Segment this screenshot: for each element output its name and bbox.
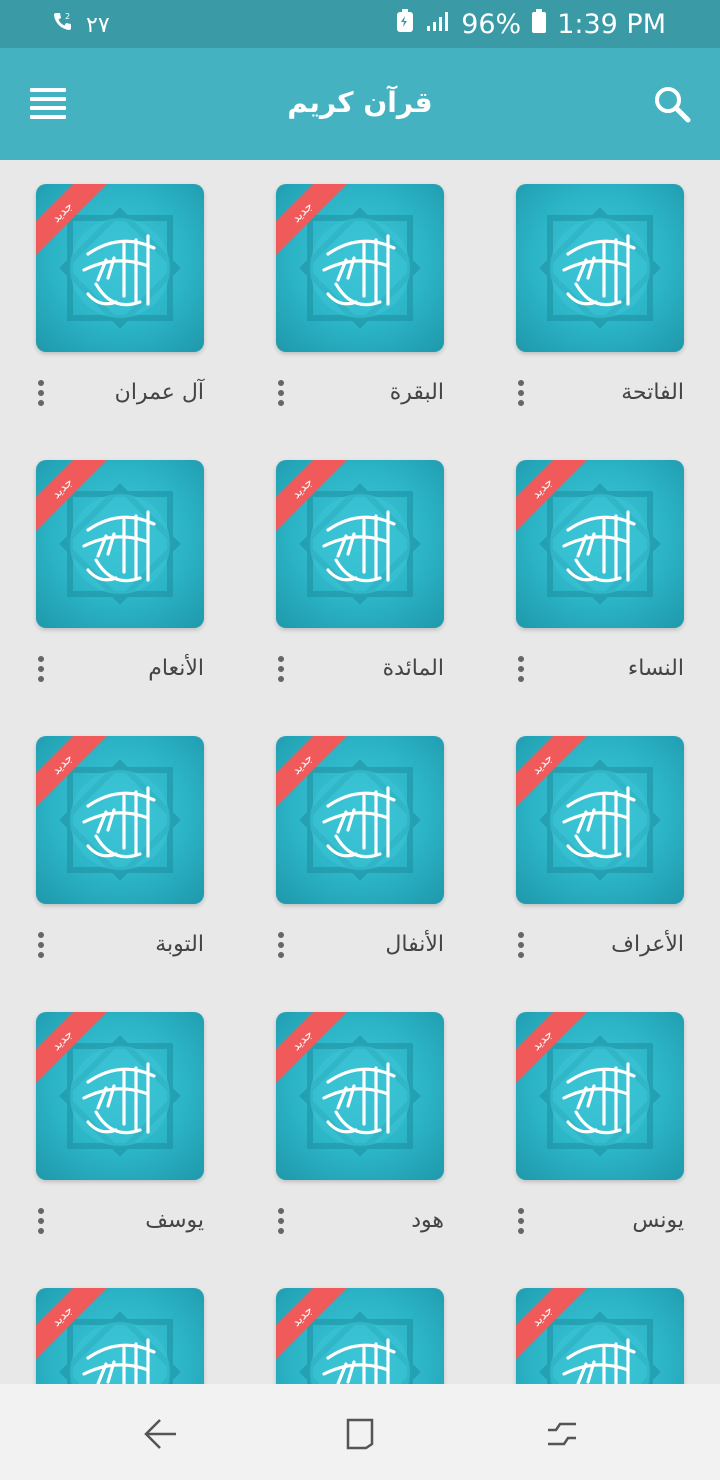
surah-tile: جديد هود — [276, 1012, 444, 1252]
surah-thumbnail[interactable]: جديد — [36, 1012, 204, 1180]
surah-name: الأنعام — [148, 656, 204, 681]
surah-name: الأعراف — [611, 932, 684, 957]
home-button[interactable] — [340, 1414, 380, 1454]
surah-tile: جديد التوبة — [36, 736, 204, 976]
surah-thumbnail[interactable]: جديد — [276, 1012, 444, 1180]
surah-thumbnail[interactable]: جديد — [516, 1288, 684, 1384]
search-button[interactable] — [652, 84, 692, 124]
surah-tile: جديد الأنفال — [276, 736, 444, 976]
surah-tile: جديد — [516, 1288, 684, 1384]
quran-calligraphy-icon — [539, 207, 661, 329]
surah-thumbnail[interactable]: جديد — [276, 1288, 444, 1384]
surah-name: آل عمران — [114, 380, 204, 405]
surah-thumbnail[interactable]: جديد — [276, 736, 444, 904]
surah-tile: جديد يوسف — [36, 1012, 204, 1252]
more-options-button[interactable] — [36, 932, 46, 962]
status-left: 2 ٢٧ — [50, 10, 110, 40]
surah-thumbnail[interactable]: جديد — [36, 184, 204, 352]
more-vert-icon — [276, 1208, 286, 1234]
surah-tile: جديد يونس — [516, 1012, 684, 1252]
surah-name: الفاتحة — [621, 380, 684, 405]
surah-tile: جديد الأنعام — [36, 460, 204, 700]
more-vert-icon — [36, 380, 46, 406]
navigation-bar — [0, 1384, 720, 1480]
search-icon — [655, 87, 691, 123]
more-vert-icon — [516, 656, 526, 682]
more-vert-icon — [516, 380, 526, 406]
recents-button[interactable] — [542, 1414, 582, 1454]
more-options-button[interactable] — [276, 380, 286, 410]
surah-name: الأنفال — [385, 932, 444, 957]
status-right: 96% 1:39 PM — [395, 8, 666, 41]
surah-thumbnail[interactable]: جديد — [516, 1012, 684, 1180]
surah-thumbnail[interactable]: جديد — [36, 460, 204, 628]
surah-name: يونس — [632, 1208, 684, 1233]
battery-percent: 96% — [461, 9, 522, 40]
surah-name: التوبة — [155, 932, 204, 957]
surah-name: النساء — [627, 656, 684, 681]
surah-name: المائدة — [382, 656, 444, 681]
surah-thumbnail[interactable]: جديد — [36, 1288, 204, 1384]
more-options-button[interactable] — [36, 656, 46, 686]
surah-thumbnail[interactable] — [516, 184, 684, 352]
app-bar: قرآن كريم — [0, 48, 720, 160]
more-vert-icon — [36, 932, 46, 958]
battery-saver-icon — [395, 8, 415, 41]
surah-name: يوسف — [145, 1208, 204, 1233]
call-number: ٢٧ — [86, 12, 110, 38]
more-options-button[interactable] — [36, 1208, 46, 1238]
surah-thumbnail[interactable]: جديد — [276, 184, 444, 352]
more-vert-icon — [276, 656, 286, 682]
more-vert-icon — [276, 932, 286, 958]
surah-name: هود — [411, 1208, 444, 1233]
more-vert-icon — [36, 1208, 46, 1234]
surah-tile: الفاتحة — [516, 184, 684, 424]
more-options-button[interactable] — [276, 932, 286, 962]
battery-icon — [531, 8, 547, 41]
surah-tile: جديد — [36, 1288, 204, 1384]
surah-tile: جديد المائدة — [276, 460, 444, 700]
surah-thumbnail[interactable]: جديد — [276, 460, 444, 628]
surah-thumbnail[interactable]: جديد — [516, 460, 684, 628]
surah-thumbnail[interactable]: جديد — [36, 736, 204, 904]
surah-tile: جديد الأعراف — [516, 736, 684, 976]
surah-thumbnail[interactable]: جديد — [516, 736, 684, 904]
more-options-button[interactable] — [276, 656, 286, 686]
recents-icon — [548, 1422, 576, 1446]
more-vert-icon — [516, 932, 526, 958]
more-options-button[interactable] — [516, 1208, 526, 1238]
clock: 1:39 PM — [557, 9, 666, 40]
back-icon — [144, 1419, 176, 1449]
more-vert-icon — [276, 380, 286, 406]
surah-name: البقرة — [389, 380, 444, 405]
surah-tile: جديد آل عمران — [36, 184, 204, 424]
more-options-button[interactable] — [276, 1208, 286, 1238]
more-options-button[interactable] — [36, 380, 46, 410]
more-vert-icon — [36, 656, 46, 682]
surah-tile: جديد — [276, 1288, 444, 1384]
back-button[interactable] — [140, 1414, 180, 1454]
surah-grid: الفاتحة جديد البقرة جديد آل عمران جديد النساء ج… — [0, 160, 720, 1384]
signal-icon — [425, 9, 451, 40]
more-options-button[interactable] — [516, 656, 526, 686]
more-options-button[interactable] — [516, 932, 526, 962]
surah-tile: جديد النساء — [516, 460, 684, 700]
surah-tile: جديد البقرة — [276, 184, 444, 424]
call-forward-icon: 2 — [50, 10, 74, 40]
more-vert-icon — [516, 1208, 526, 1234]
home-icon — [346, 1418, 374, 1450]
page-title: قرآن كريم — [287, 86, 433, 119]
svg-text:2: 2 — [65, 12, 70, 21]
more-options-button[interactable] — [516, 380, 526, 410]
status-bar: 2 ٢٧ 96% 1:39 PM — [0, 0, 720, 48]
